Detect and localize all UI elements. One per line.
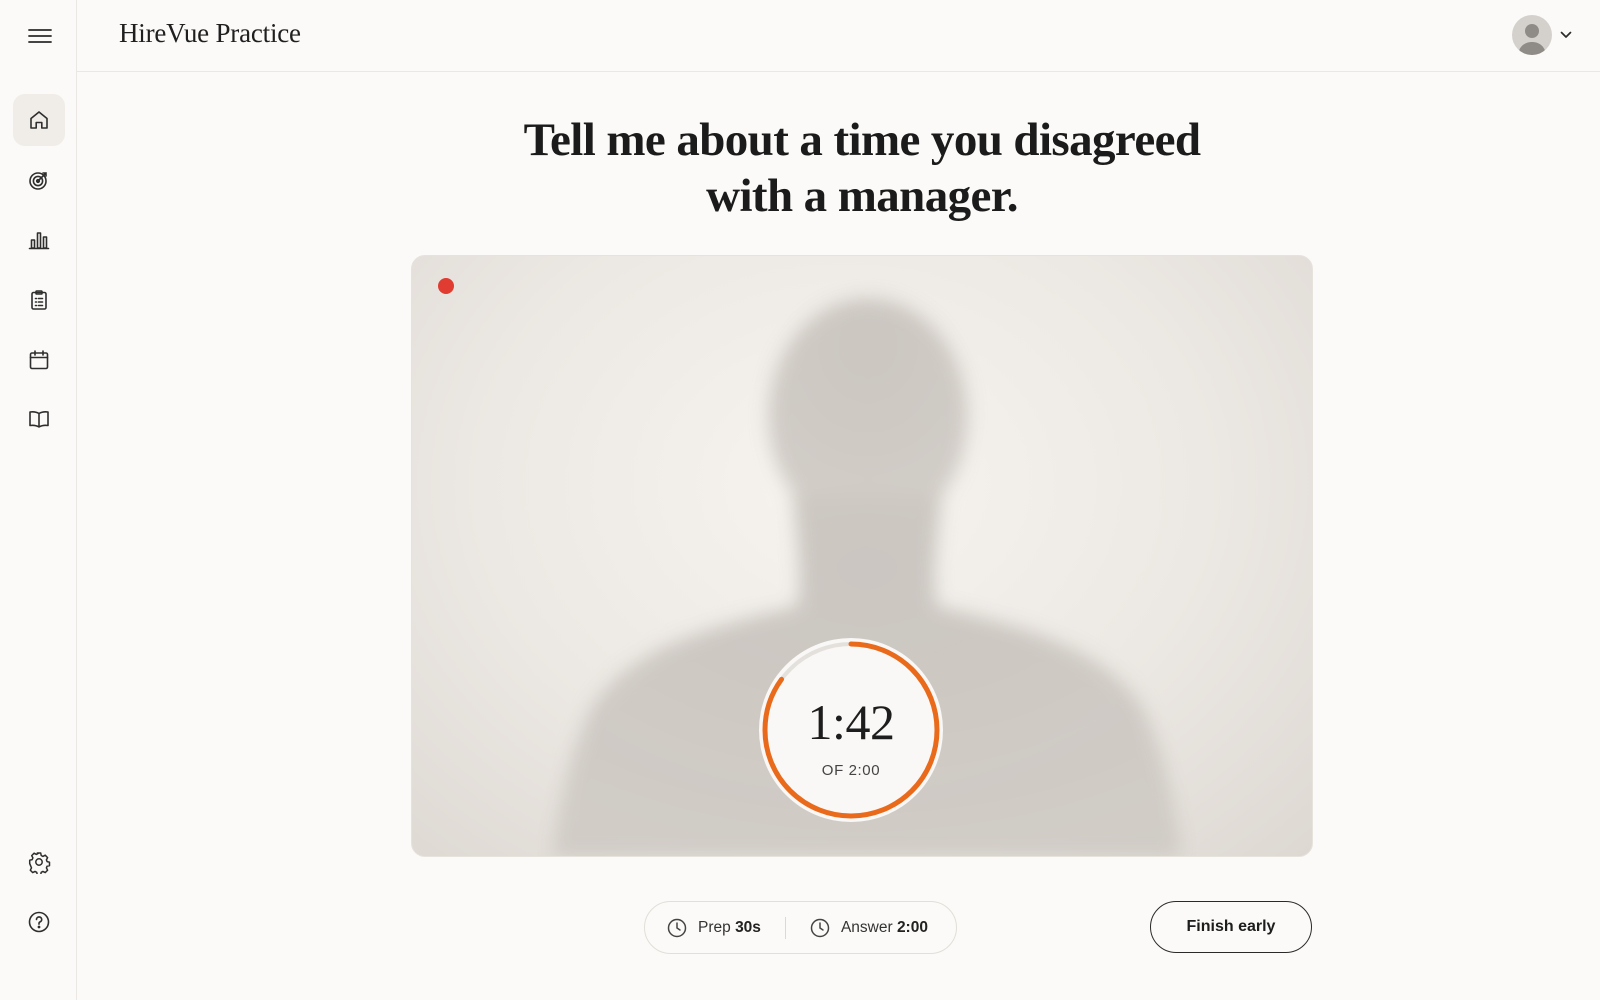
hamburger-icon [28, 29, 52, 43]
menu-button[interactable] [24, 24, 56, 48]
recording-indicator [438, 278, 454, 294]
answer-phase: Answer 2:00 [810, 918, 928, 938]
prep-label: Prep [698, 918, 731, 936]
clock-icon [810, 918, 830, 937]
answer-label: Answer [840, 918, 893, 936]
phase-divider [784, 916, 786, 939]
prep-phase: Prep 30s [667, 918, 761, 938]
sidebar-item-help[interactable] [13, 896, 65, 948]
countdown-timer: 1:42 OF 2:00 [756, 635, 946, 825]
avatar [1512, 15, 1552, 55]
sidebar-item-calendar[interactable] [13, 334, 65, 386]
question-prompt: Tell me about a time you disagreed with … [477, 112, 1247, 224]
clock-icon [667, 918, 687, 937]
sidebar-item-settings[interactable] [13, 836, 65, 888]
account-menu[interactable] [1512, 15, 1572, 55]
home-icon [30, 111, 48, 129]
book-icon [29, 411, 49, 428]
video-preview: 1:42 OF 2:00 [411, 255, 1313, 857]
phase-indicator: Prep 30s Answer 2:00 [644, 901, 957, 954]
sidebar-item-analytics[interactable] [13, 214, 65, 266]
timer-value: 1:42 [807, 694, 895, 750]
bar-chart-icon [28, 232, 50, 250]
user-icon [1518, 24, 1546, 55]
question-line-1: Tell me about a time you disagreed [523, 114, 1201, 166]
help-icon [28, 911, 50, 933]
sidebar-item-home[interactable] [13, 94, 65, 146]
top-header: HireVue Practice [77, 0, 1600, 72]
sidebar-item-clipboard[interactable] [13, 274, 65, 326]
chevron-down-icon [1560, 31, 1572, 38]
clipboard-icon [31, 290, 47, 310]
question-line-2: with a manager. [706, 170, 1018, 222]
finish-early-button[interactable]: Finish early [1150, 901, 1312, 953]
target-icon [29, 172, 47, 190]
gear-icon [28, 852, 51, 874]
sidebar-item-library[interactable] [13, 393, 65, 445]
prep-value: 30s [735, 918, 761, 936]
calendar-icon [29, 350, 49, 370]
timer-total: OF 2:00 [821, 762, 881, 779]
sidebar-item-target[interactable] [13, 154, 65, 206]
brand-title: HireVue Practice [119, 18, 301, 48]
sidebar [0, 0, 77, 1000]
answer-value: 2:00 [896, 918, 928, 936]
